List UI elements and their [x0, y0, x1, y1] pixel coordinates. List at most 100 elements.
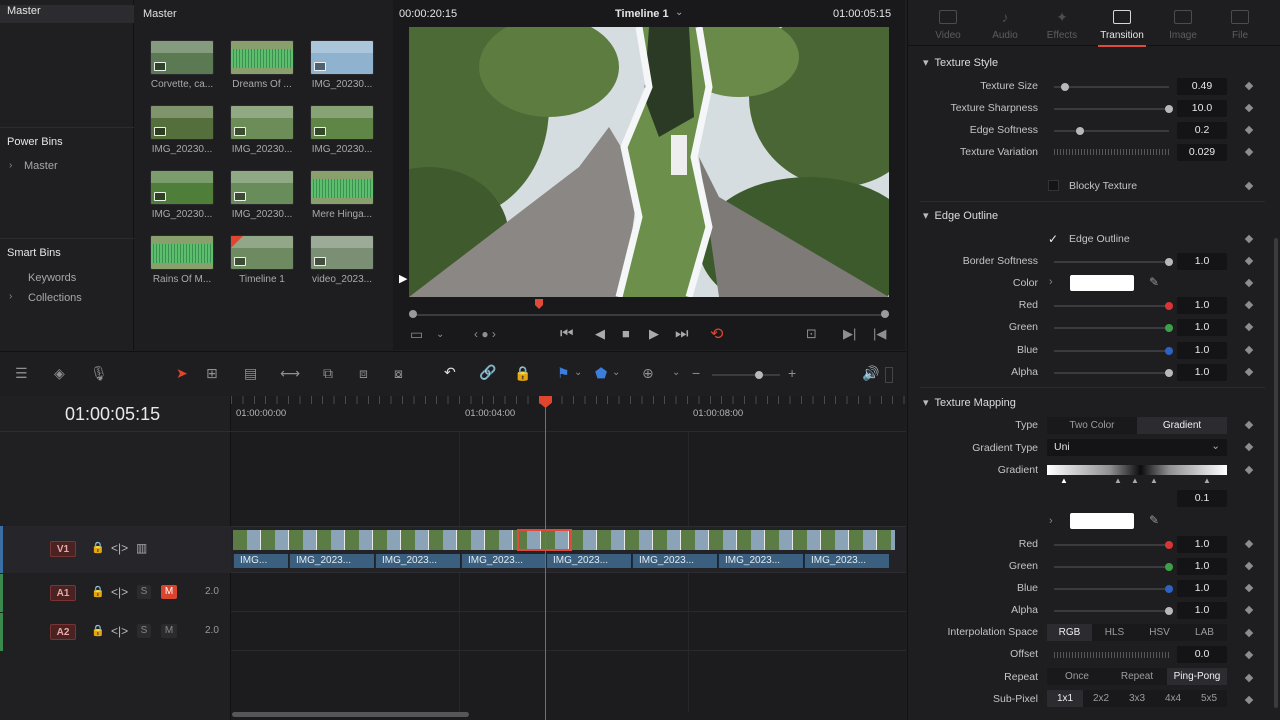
channel-slider[interactable]	[1054, 585, 1173, 593]
tab-image[interactable]: Image	[1153, 8, 1213, 41]
section-texture-mapping[interactable]: Texture Mapping	[923, 396, 1016, 409]
clip-thumbnail[interactable]	[230, 105, 294, 140]
timeline-clip[interactable]: IMG...	[233, 554, 288, 568]
chevron-right-icon[interactable]: ›	[9, 160, 12, 171]
channel-value[interactable]: 1.0	[1177, 319, 1227, 336]
keyframe-icon[interactable]	[1244, 420, 1254, 430]
slider-knob[interactable]	[1165, 541, 1173, 549]
chevron-down-icon[interactable]: ⌄	[574, 367, 582, 378]
section-texture-style[interactable]: Texture Style	[923, 56, 999, 69]
type-two-color[interactable]: Two Color	[1047, 417, 1137, 434]
pointer-tool-icon[interactable]: ➤	[176, 365, 188, 382]
segment-option[interactable]: 4x4	[1155, 690, 1191, 707]
blocky-texture-checkbox[interactable]	[1048, 180, 1059, 191]
gradient-stop-selected[interactable]: ▲	[1060, 476, 1068, 485]
timeline-clip[interactable]: IMG_2023...	[461, 554, 546, 568]
gradient-stop-color-swatch[interactable]	[1070, 513, 1134, 529]
auto-select-icon[interactable]: <|>	[111, 624, 128, 638]
inspector-scrollbar[interactable]	[1274, 238, 1278, 708]
gradient-stop[interactable]: ▲	[1114, 476, 1122, 485]
track-label-a1[interactable]: A1	[50, 585, 76, 601]
keyframe-icon[interactable]	[1244, 628, 1254, 638]
timeline-clip[interactable]: IMG_2023...	[632, 554, 717, 568]
channel-value[interactable]: 1.0	[1177, 342, 1227, 359]
overwrite-clip-icon[interactable]: ⧈	[359, 365, 368, 382]
tab-audio[interactable]: ♪ Audio	[975, 8, 1035, 41]
type-gradient[interactable]: Gradient	[1137, 417, 1227, 434]
track-label-v1[interactable]: V1	[50, 541, 76, 557]
keyframe-icon[interactable]	[1244, 561, 1254, 571]
channel-slider[interactable]	[1054, 369, 1173, 377]
tab-transition[interactable]: Transition	[1092, 8, 1152, 47]
smart-bin-keywords[interactable]: Keywords	[28, 272, 76, 284]
lock-icon[interactable]: 🔒	[91, 624, 105, 637]
border-softness-slider[interactable]	[1054, 258, 1173, 266]
keyframe-icon[interactable]	[1244, 465, 1254, 475]
auto-select-icon[interactable]: <|>	[111, 541, 128, 555]
keyframe-icon[interactable]	[1244, 367, 1254, 377]
slider-knob[interactable]	[1061, 83, 1069, 91]
clip-thumbnail[interactable]	[310, 105, 374, 140]
clip-thumbnail[interactable]	[150, 235, 214, 270]
channel-slider[interactable]	[1054, 541, 1173, 549]
clip-thumbnail[interactable]	[150, 170, 214, 205]
flag-icon[interactable]: ⚑	[557, 365, 570, 382]
param-jog[interactable]	[1054, 149, 1169, 155]
clip-thumbnail[interactable]	[150, 40, 214, 75]
chevron-down-icon[interactable]: ⌄	[675, 7, 683, 18]
segment-option[interactable]: 2x2	[1083, 690, 1119, 707]
power-bin-master[interactable]: Master	[24, 160, 58, 172]
crop-icon[interactable]: ▭	[410, 326, 423, 343]
next-edit-icon[interactable]: ▶|	[843, 326, 856, 342]
gradient-stop[interactable]: ▲	[1150, 476, 1158, 485]
smart-bin-collections[interactable]: Collections	[28, 292, 82, 304]
keyframe-icon[interactable]	[1244, 125, 1254, 135]
segment-option[interactable]: HSV	[1137, 624, 1182, 641]
channel-slider[interactable]	[1054, 347, 1173, 355]
keyframe-icon[interactable]	[1244, 605, 1254, 615]
keyframe-icon[interactable]	[1244, 442, 1254, 452]
edit-mode-icon[interactable]: ◈	[54, 365, 65, 382]
lock-icon[interactable]: 🔒	[91, 585, 105, 598]
gradient-stop[interactable]: ▲	[1131, 476, 1139, 485]
speaker-icon[interactable]: 🔊	[862, 365, 879, 382]
track-label-a2[interactable]: A2	[50, 624, 76, 640]
param-value[interactable]: 0.49	[1177, 78, 1227, 95]
offset-jog[interactable]	[1054, 652, 1169, 658]
channel-slider[interactable]	[1054, 563, 1173, 571]
skip-forward-icon[interactable]: ⏭	[675, 325, 689, 342]
channel-slider[interactable]	[1054, 324, 1173, 332]
edge-color-swatch[interactable]	[1070, 275, 1134, 291]
chevron-down-icon[interactable]: ⌄	[612, 367, 620, 378]
timeline-clip[interactable]: IMG_2023...	[375, 554, 460, 568]
microphone-icon[interactable]: 🎙	[90, 365, 108, 382]
segment-option[interactable]: Ping-Pong	[1167, 668, 1227, 685]
clip-thumbnail[interactable]	[310, 235, 374, 270]
skip-back-icon[interactable]: ⏮	[560, 325, 574, 342]
tab-effects[interactable]: ✦ Effects	[1032, 8, 1092, 41]
border-softness-value[interactable]: 1.0	[1177, 253, 1227, 270]
keyframe-icon[interactable]	[1244, 539, 1254, 549]
segment-option[interactable]: 1x1	[1047, 690, 1083, 707]
keyframe-icon[interactable]	[1244, 300, 1254, 310]
segment-option[interactable]: LAB	[1182, 624, 1227, 641]
offset-value[interactable]: 0.0	[1177, 646, 1227, 663]
param-value[interactable]: 10.0	[1177, 100, 1227, 117]
slider-knob[interactable]	[1076, 127, 1084, 135]
eyedropper-icon[interactable]: ✎	[1149, 275, 1159, 289]
slip-tool-icon[interactable]: ⟷	[280, 365, 300, 382]
channel-value[interactable]: 1.0	[1177, 364, 1227, 381]
param-slider[interactable]	[1054, 127, 1169, 135]
link-icon[interactable]: 🔗	[479, 364, 496, 381]
tab-video[interactable]: Video	[918, 8, 978, 41]
channel-value[interactable]: 1.0	[1177, 580, 1227, 597]
slider-knob[interactable]	[1165, 563, 1173, 571]
param-value[interactable]: 0.2	[1177, 122, 1227, 139]
keyframe-icon[interactable]	[1244, 103, 1254, 113]
lock-icon[interactable]: 🔒	[91, 541, 105, 554]
segment-option[interactable]: 3x3	[1119, 690, 1155, 707]
tab-file[interactable]: File	[1210, 8, 1270, 41]
gradient-position-value[interactable]: 0.1	[1177, 490, 1227, 507]
timeline-playhead[interactable]	[545, 402, 546, 720]
mute-button[interactable]: M	[161, 624, 177, 638]
